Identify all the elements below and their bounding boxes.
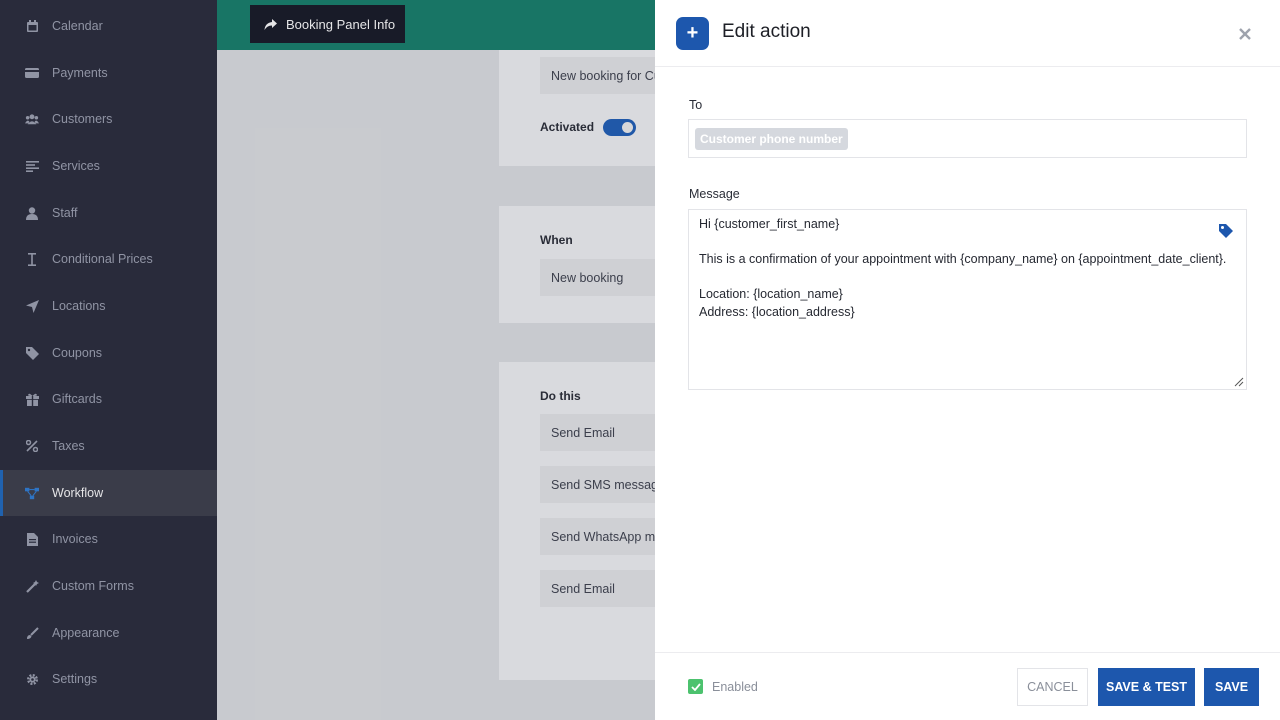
sidebar-item-settings[interactable]: Settings xyxy=(0,656,217,702)
message-line: This is a confirmation of your appointme… xyxy=(699,252,1227,266)
workflow-name-field[interactable]: New booking for Cu xyxy=(540,57,655,94)
sidebar-item-label: Staff xyxy=(52,206,78,220)
panel-title: Edit action xyxy=(722,21,811,42)
edit-action-panel: + Edit action To Customer phone number M… xyxy=(655,0,1280,720)
magic-wand-icon xyxy=(25,579,39,593)
sidebar-item-label: Giftcards xyxy=(52,392,103,406)
sidebar-item-label: Coupons xyxy=(52,346,103,360)
when-card: When New booking xyxy=(499,206,655,323)
brush-icon xyxy=(25,626,39,640)
sidebar-item-calendar[interactable]: Calendar xyxy=(0,3,217,49)
do-this-card: Do this Send Email Send SMS message w Se… xyxy=(499,362,655,680)
action-item[interactable]: Send Email xyxy=(540,414,655,451)
sidebar-item-invoices[interactable]: Invoices xyxy=(0,516,217,562)
sidebar-item-label: Invoices xyxy=(52,532,98,546)
gear-icon xyxy=(25,672,39,686)
enabled-label: Enabled xyxy=(712,680,758,694)
workflow-icon xyxy=(25,486,39,500)
close-button[interactable] xyxy=(1235,24,1255,44)
sidebar-item-label: Conditional Prices xyxy=(52,252,153,266)
cancel-button[interactable]: CANCEL xyxy=(1017,668,1088,706)
enabled-checkbox[interactable] xyxy=(688,679,703,694)
sidebar-item-coupons[interactable]: Coupons xyxy=(0,330,217,376)
resize-handle-icon[interactable] xyxy=(1234,377,1244,387)
to-field[interactable]: Customer phone number xyxy=(688,119,1247,158)
sidebar-item-label: Appearance xyxy=(52,626,120,640)
share-arrow-icon xyxy=(264,17,278,31)
action-item[interactable]: Send Email xyxy=(540,570,655,607)
sidebar-item-customers[interactable]: Customers xyxy=(0,96,217,142)
calendar-icon xyxy=(25,19,39,33)
list-icon xyxy=(25,159,39,173)
activated-toggle[interactable] xyxy=(603,119,636,136)
sidebar-item-staff[interactable]: Staff xyxy=(0,190,217,236)
sidebar-item-giftcards[interactable]: Giftcards xyxy=(0,376,217,422)
sidebar: Calendar Payments Customers Services Sta… xyxy=(0,0,217,720)
sidebar-item-label: Taxes xyxy=(52,439,85,453)
workflow-name-card: New booking for Cu Activated xyxy=(499,50,655,166)
save-and-test-button[interactable]: SAVE & TEST xyxy=(1098,668,1195,706)
when-trigger-field[interactable]: New booking xyxy=(540,259,655,296)
panel-footer: Enabled CANCEL SAVE & TEST SAVE xyxy=(655,652,1280,720)
message-line: Address: {location_address} xyxy=(699,305,855,319)
sidebar-item-workflow[interactable]: Workflow xyxy=(0,470,217,516)
tag-icon xyxy=(25,346,39,360)
sidebar-item-label: Locations xyxy=(52,299,106,313)
users-icon xyxy=(25,112,39,126)
gift-icon xyxy=(25,392,39,406)
when-label: When xyxy=(540,233,573,247)
sidebar-item-label: Workflow xyxy=(52,486,104,500)
sidebar-item-locations[interactable]: Locations xyxy=(0,283,217,329)
location-arrow-icon xyxy=(25,299,39,313)
sidebar-item-taxes[interactable]: Taxes xyxy=(0,423,217,469)
user-icon xyxy=(25,206,39,220)
recipient-chip[interactable]: Customer phone number xyxy=(695,128,848,150)
sidebar-item-label: Settings xyxy=(52,672,98,686)
tag-icon[interactable] xyxy=(1218,223,1234,239)
action-item[interactable]: Send SMS message w xyxy=(540,466,655,503)
action-item[interactable]: Send WhatsApp mes xyxy=(540,518,655,555)
do-this-label: Do this xyxy=(540,389,581,403)
wallet-icon xyxy=(25,66,39,80)
sidebar-item-conditional-prices[interactable]: Conditional Prices xyxy=(0,236,217,282)
sidebar-item-label: Custom Forms xyxy=(52,579,134,593)
panel-header: + Edit action xyxy=(655,0,1280,67)
i-beam-icon xyxy=(25,252,39,266)
message-label: Message xyxy=(689,187,740,201)
sidebar-item-payments[interactable]: Payments xyxy=(0,50,217,96)
plus-icon: + xyxy=(676,17,709,50)
save-button[interactable]: SAVE xyxy=(1204,668,1259,706)
sidebar-item-label: Services xyxy=(52,159,100,173)
booking-panel-info-button[interactable]: Booking Panel Info xyxy=(250,5,405,43)
message-line: Hi {customer_first_name} xyxy=(699,217,840,231)
sidebar-item-custom-forms[interactable]: Custom Forms xyxy=(0,563,217,609)
activated-label: Activated xyxy=(540,120,595,134)
sidebar-item-label: Payments xyxy=(52,66,108,80)
sidebar-item-appearance[interactable]: Appearance xyxy=(0,610,217,656)
sidebar-item-label: Customers xyxy=(52,112,113,126)
percent-icon xyxy=(25,439,39,453)
sidebar-item-label: Calendar xyxy=(52,19,103,33)
to-label: To xyxy=(689,98,703,112)
file-icon xyxy=(25,532,39,546)
message-line: Location: {location_name} xyxy=(699,287,843,301)
message-textarea[interactable]: Hi {customer_first_name} This is a confi… xyxy=(688,209,1247,390)
sidebar-item-services[interactable]: Services xyxy=(0,143,217,189)
close-icon xyxy=(1239,28,1251,40)
booking-panel-info-label: Booking Panel Info xyxy=(286,16,396,32)
checkmark-icon xyxy=(690,682,701,691)
